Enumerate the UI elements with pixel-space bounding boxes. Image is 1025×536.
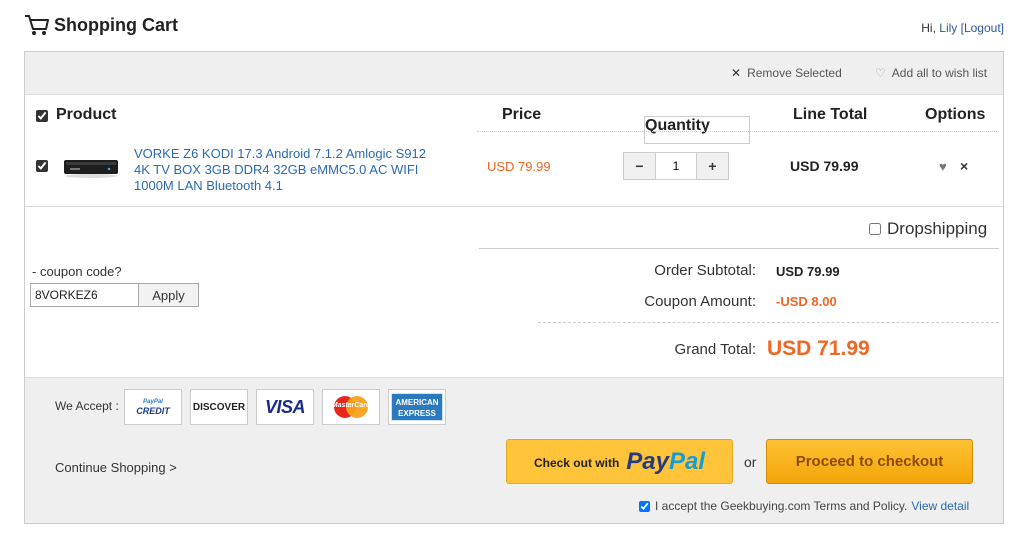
add-all-wishlist-button[interactable]: ♡ Add all to wish list: [875, 66, 987, 80]
greeting-text: Hi,: [921, 21, 936, 35]
quantity-stepper: − +: [623, 152, 729, 180]
cart-table-header: Product Price Quantity Line Total Option…: [25, 96, 1003, 144]
subtotal-label: Order Subtotal:: [654, 262, 756, 279]
coupon-form: Apply: [30, 283, 199, 307]
we-accept-label: We Accept :: [55, 399, 119, 413]
select-all-checkbox[interactable]: [36, 110, 48, 122]
add-wishlist-label: Add all to wish list: [891, 66, 988, 80]
coupon-input[interactable]: [31, 284, 139, 306]
cart-panel: ✕ Remove Selected ♡ Add all to wish list…: [24, 51, 1004, 524]
dropshipping-label: Dropshipping: [887, 219, 988, 238]
proceed-to-checkout-button[interactable]: Proceed to checkout: [766, 439, 973, 484]
header-line-total: Line Total: [793, 106, 868, 123]
user-greeting: Hi, Lily [Logout]: [921, 21, 1004, 35]
apply-coupon-button[interactable]: Apply: [139, 284, 198, 306]
cart-toolbar: ✕ Remove Selected ♡ Add all to wish list: [25, 52, 1003, 95]
view-detail-link[interactable]: View detail: [911, 499, 969, 513]
terms-checkbox[interactable]: [639, 500, 650, 512]
coupon-label: - coupon code?: [32, 264, 122, 279]
paypal-credit-text: CREDIT: [136, 406, 170, 416]
item-line-total: USD 79.99: [790, 158, 859, 174]
quantity-decrease-button[interactable]: −: [624, 153, 656, 179]
coupon-amount-label: Coupon Amount:: [644, 293, 756, 310]
paypal-checkout-button[interactable]: Check out with Pay Pal: [506, 439, 733, 484]
visa-text: VISA: [264, 396, 306, 417]
close-icon: ✕: [731, 66, 742, 80]
paypal-checkout-label: Check out with: [533, 456, 620, 470]
continue-shopping-link[interactable]: Continue Shopping >: [55, 460, 177, 475]
item-price: USD 79.99: [487, 159, 551, 174]
paypal-logo-pay: Pay: [626, 447, 669, 475]
header-product: Product: [56, 106, 117, 123]
grand-total-label: Grand Total:: [674, 341, 756, 358]
quantity-input[interactable]: [656, 153, 696, 179]
remove-selected-button[interactable]: ✕ Remove Selected: [731, 66, 842, 80]
user-name-link[interactable]: Lily: [939, 21, 957, 35]
terms-text: I accept the Geekbuying.com Terms and Po…: [655, 499, 908, 513]
page-header: Shopping Cart: [24, 12, 178, 38]
remove-selected-label: Remove Selected: [747, 66, 842, 80]
header-options: Options: [925, 106, 986, 123]
cart-footer: We Accept : PayPal CREDIT DISCOVER VISA …: [25, 377, 1003, 523]
page: Shopping Cart Hi, Lily [Logout] ✕ Remove…: [0, 0, 1025, 536]
coupon-amount-value: -USD 8.00: [776, 294, 837, 309]
subtotal-value: USD 79.99: [776, 264, 840, 279]
discover-text: DISCOVER: [192, 401, 246, 413]
dropshipping-option[interactable]: Dropshipping: [869, 219, 987, 239]
amex-text-1: AMERICAN: [395, 398, 439, 407]
grand-total-value: USD 71.99: [767, 337, 870, 360]
product-name-link[interactable]: VORKE Z6 KODI 17.3 Android 7.1.2 Amlogic…: [134, 146, 444, 194]
header-price: Price: [502, 106, 542, 123]
wishlist-heart-icon[interactable]: ♥: [939, 159, 947, 174]
or-separator: or: [744, 454, 757, 470]
heart-icon: ♡: [875, 66, 886, 80]
product-thumbnail[interactable]: [62, 154, 120, 180]
page-title: Shopping Cart: [54, 14, 178, 35]
paypal-credit-logo: PayPal CREDIT: [124, 389, 182, 425]
mastercard-text: MasterCard: [331, 402, 371, 409]
remove-item-icon[interactable]: ×: [960, 158, 968, 174]
mastercard-logo: MasterCard: [322, 389, 380, 425]
shopping-cart-icon: [25, 15, 49, 35]
discover-logo: DISCOVER: [190, 389, 248, 425]
visa-logo: VISA: [256, 389, 314, 425]
american-express-logo: AMERICAN EXPRESS: [388, 389, 446, 425]
logout-link[interactable]: [Logout]: [961, 21, 1004, 35]
summary-divider: [479, 248, 999, 249]
paypal-logo-pal: Pal: [669, 447, 706, 475]
amex-text-2: EXPRESS: [398, 409, 436, 418]
terms-agreement[interactable]: I accept the Geekbuying.com Terms and Po…: [639, 499, 969, 513]
item-checkbox[interactable]: [36, 160, 48, 172]
grand-total-divider: [538, 322, 999, 323]
cart-item-row: VORKE Z6 KODI 17.3 Android 7.1.2 Amlogic…: [25, 132, 1003, 207]
quantity-increase-button[interactable]: +: [696, 153, 728, 179]
dropshipping-checkbox[interactable]: [869, 223, 881, 235]
